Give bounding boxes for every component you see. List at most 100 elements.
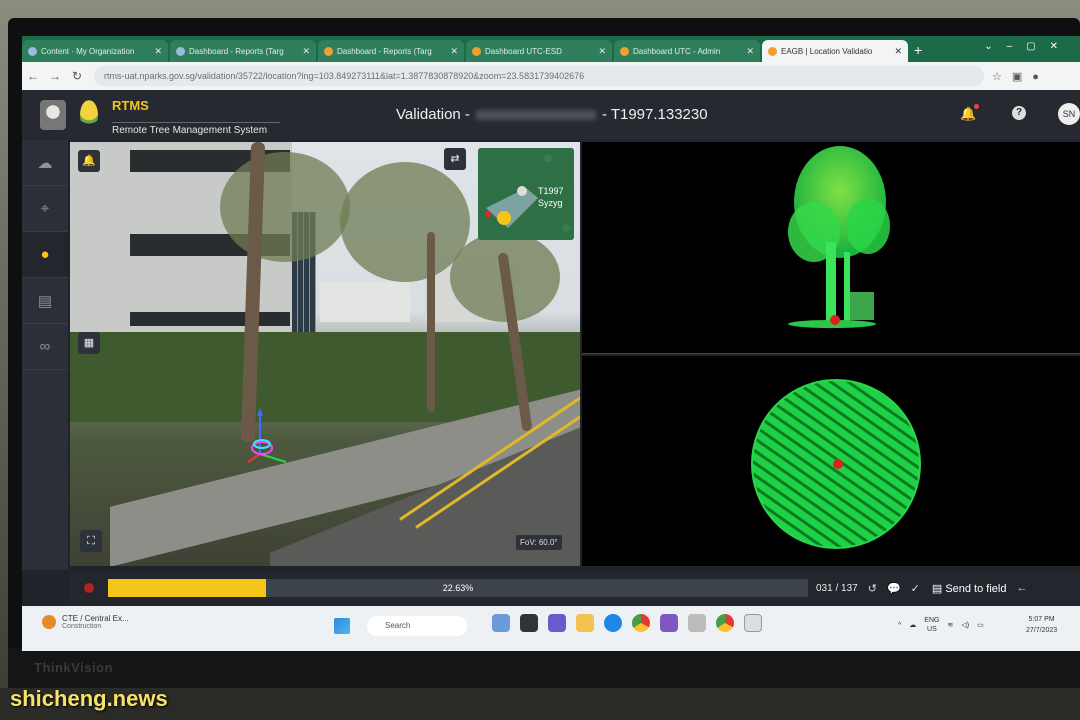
clock-date: 27/7/2023: [1026, 627, 1058, 634]
tree-trunk: [427, 232, 435, 412]
title-suffix: - T1997.133230: [601, 106, 708, 123]
widgets-icon[interactable]: [520, 614, 538, 632]
app-icon[interactable]: [688, 614, 706, 632]
taskbar-apps: [492, 614, 762, 632]
close-icon[interactable]: ✕: [894, 46, 902, 57]
street-view-pane[interactable]: 🔔 ▦ ⛶ ⇄ T1997 Syzyg FoV: 60.0°: [70, 142, 580, 566]
clock-time: 5:07 PM: [1028, 616, 1055, 623]
reload-icon[interactable]: ↻: [66, 69, 88, 83]
widget-subtitle: Construction: [62, 623, 102, 630]
browser-tab[interactable]: Dashboard UTC - Admin ✕: [614, 40, 760, 62]
point-cloud-top-view[interactable]: [582, 356, 1080, 566]
browser-tab[interactable]: Content · My Organization ✕: [22, 40, 168, 62]
progress-percent: 22.63%: [442, 583, 474, 593]
turtle-icon[interactable]: ☁: [22, 140, 68, 186]
app-icon[interactable]: [744, 614, 762, 632]
taskbar: CTE / Central Ex... Construction Search …: [22, 606, 1080, 651]
help-icon[interactable]: ?: [1012, 106, 1026, 120]
browser-tab[interactable]: Dashboard - Reports (Targ ✕: [318, 40, 464, 62]
battery-icon[interactable]: ▭: [977, 621, 984, 629]
check-icon[interactable]: ✓: [911, 582, 920, 595]
settings-icon[interactable]: [660, 614, 678, 632]
app-name: RTMS: [112, 98, 149, 113]
forward-icon[interactable]: →: [44, 69, 66, 83]
page-title: Validation - - T1997.133230: [396, 106, 708, 123]
browser-tab[interactable]: Dashboard UTC-ESD ✕: [466, 40, 612, 62]
windows-start-icon[interactable]: [334, 618, 350, 634]
cloud-icon[interactable]: ☁: [909, 621, 916, 629]
app-subtitle: Remote Tree Management System: [112, 122, 280, 136]
chevron-up-icon[interactable]: ^: [898, 622, 901, 629]
tree-favicon-icon: [768, 46, 777, 56]
avatar[interactable]: SN: [1058, 103, 1080, 125]
taskbar-widget[interactable]: CTE / Central Ex... Construction: [42, 614, 129, 630]
traffic-icon: [42, 615, 56, 629]
sidebar: ☁ ⌖ ● ▤ ∞: [22, 140, 68, 570]
close-icon[interactable]: ✕: [450, 46, 458, 57]
address-bar: ← → ↻ rtms-uat.nparks.gov.sg/validation/…: [22, 62, 1080, 90]
undo-icon[interactable]: ↺: [868, 582, 877, 595]
map-icon[interactable]: ▦: [78, 332, 100, 354]
settings-sliders-icon[interactable]: ⇄: [444, 148, 466, 170]
progress-toolbar: 22.63% 031 / 137 ↺ 💬 ✓ ▤ Send to field ←: [70, 570, 1080, 606]
chrome-icon[interactable]: [716, 614, 734, 632]
map-icon[interactable]: ⌖: [22, 186, 68, 232]
fov-indicator: FoV: 60.0°: [516, 535, 562, 550]
bell-icon[interactable]: 🔔: [960, 104, 980, 122]
minimap-species: Syzyg: [538, 198, 563, 208]
send-to-field-button[interactable]: ▤ Send to field: [932, 582, 1007, 595]
file-explorer-icon[interactable]: [576, 614, 594, 632]
chrome-icon[interactable]: [632, 614, 650, 632]
document-icon[interactable]: ▤: [22, 278, 68, 324]
3d-transform-gizmo[interactable]: [248, 404, 288, 464]
close-icon[interactable]: ✕: [302, 46, 310, 57]
location-pin-icon[interactable]: ●: [22, 232, 68, 278]
edge-icon[interactable]: [604, 614, 622, 632]
bell-icon[interactable]: 🔔: [78, 150, 100, 172]
fullscreen-icon[interactable]: ⛶: [80, 530, 102, 552]
notification-dot: [974, 104, 980, 109]
progress-bar: 22.63%: [108, 579, 808, 597]
taskbar-search[interactable]: Search: [367, 616, 467, 636]
record-icon[interactable]: [84, 583, 94, 593]
send-label: Send to field: [945, 582, 1007, 595]
window-controls[interactable]: ⌄–▢✕: [984, 41, 1072, 52]
back-arrow-icon[interactable]: ←: [1016, 582, 1027, 594]
tab-label: Dashboard UTC - Admin: [633, 46, 721, 56]
browser-tab-active[interactable]: EAGB | Location Validatio ✕: [762, 40, 908, 62]
point-cloud-side-view[interactable]: [582, 142, 1080, 354]
system-tray[interactable]: ^ ☁ ENG US ≋ ◁) ▭: [898, 616, 984, 634]
close-icon[interactable]: ✕: [598, 46, 606, 57]
task-view-icon[interactable]: [492, 614, 510, 632]
browser-tab-bar: Content · My Organization ✕ Dashboard - R…: [22, 36, 1080, 62]
lang-code: ENG: [924, 617, 940, 624]
teams-icon[interactable]: [548, 614, 566, 632]
new-tab-icon[interactable]: +: [914, 42, 922, 58]
side-view-graphic: [788, 146, 890, 328]
link-icon[interactable]: ∞: [22, 324, 68, 370]
nparks-logo: [40, 100, 66, 130]
tab-label: Dashboard - Reports (Targ: [189, 46, 284, 56]
comment-icon[interactable]: 💬: [887, 582, 901, 595]
url-field[interactable]: rtms-uat.nparks.gov.sg/validation/35722/…: [94, 66, 984, 86]
tab-label: EAGB | Location Validatio: [781, 46, 873, 56]
tree-canopy: [340, 162, 470, 282]
clock[interactable]: 5:07 PM 27/7/2023: [1026, 614, 1057, 636]
browser-toolbar-icons[interactable]: ☆▣●: [992, 70, 1049, 83]
globe-icon: [28, 46, 37, 56]
screen: Content · My Organization ✕ Dashboard - R…: [22, 36, 1080, 651]
tab-label: Content · My Organization: [41, 46, 135, 56]
language-indicator[interactable]: ENG US: [924, 616, 939, 634]
volume-icon[interactable]: ◁): [961, 621, 969, 629]
back-icon[interactable]: ←: [22, 69, 44, 83]
send-icon: ▤: [931, 582, 946, 595]
browser-tab[interactable]: Dashboard - Reports (Targ ✕: [170, 40, 316, 62]
close-icon[interactable]: ✕: [154, 46, 162, 57]
dashboard-icon: [620, 46, 629, 56]
minimap[interactable]: T1997 Syzyg: [478, 148, 574, 240]
rtms-logo: [80, 100, 98, 130]
tree-canopy: [220, 152, 350, 262]
wifi-icon[interactable]: ≋: [947, 621, 953, 629]
close-icon[interactable]: ✕: [746, 46, 754, 57]
distant-building: [320, 282, 410, 322]
